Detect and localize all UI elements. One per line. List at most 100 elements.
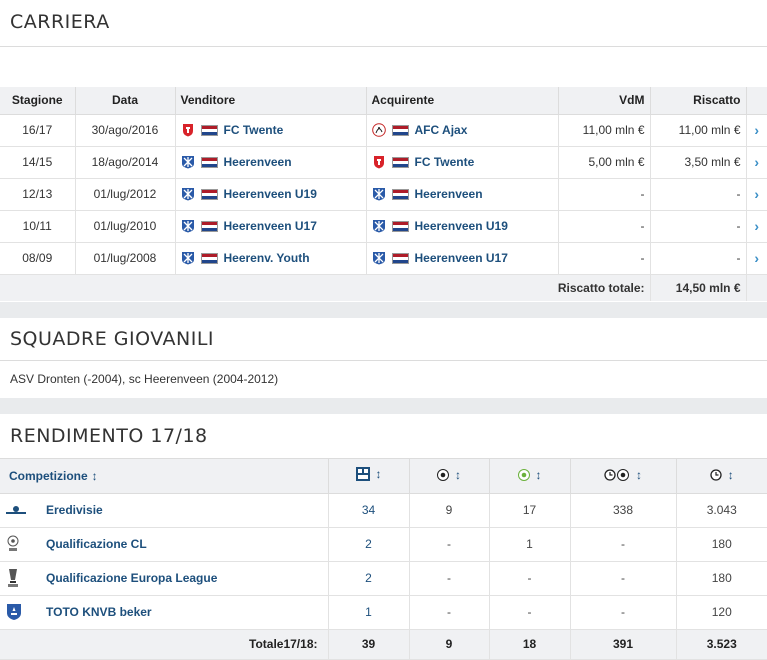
transfer-market-value: -: [558, 242, 651, 275]
netherlands-flag-icon: [200, 124, 218, 136]
netherlands-flag-icon: [391, 252, 409, 264]
perf-total-label: Totale17/18:: [0, 629, 329, 660]
transfer-row[interactable]: 12/13 01/lug/2012 Heerenveen U19 Heerenveen…: [0, 178, 767, 211]
buyer-club-link[interactable]: FC Twente: [415, 155, 475, 169]
netherlands-flag-icon: [200, 220, 218, 232]
assists-value: -: [489, 561, 571, 596]
assists-value: 1: [489, 527, 571, 562]
appearances-link[interactable]: 34: [362, 503, 375, 517]
sort-icon: ↕: [455, 467, 461, 482]
performance-row: TOTO KNVB beker 1- - -120: [0, 595, 767, 630]
transfer-row[interactable]: 10/11 01/lug/2010 Heerenveen U17 Heerenveen…: [0, 210, 767, 243]
netherlands-flag-icon: [391, 220, 409, 232]
goals-icon: [437, 468, 449, 481]
fc-twente-crest-icon: [182, 124, 193, 137]
header-stagione: Stagione: [0, 87, 76, 115]
netherlands-flag-icon: [200, 252, 218, 264]
perf-total-assist: 18: [489, 629, 571, 660]
netherlands-flag-icon: [391, 188, 409, 200]
chevron-right-icon[interactable]: ›: [754, 122, 759, 138]
seller-club-link[interactable]: Heerenveen U19: [224, 187, 317, 201]
chevron-right-icon[interactable]: ›: [754, 218, 759, 234]
transfer-season: 12/13: [0, 178, 76, 211]
heerenveen-crest-icon: [181, 252, 194, 265]
minutes-per-goal-value: -: [570, 561, 677, 596]
minutes-per-goal-value: -: [570, 595, 677, 630]
buyer-club-link[interactable]: Heerenveen U17: [415, 251, 508, 265]
transfer-market-value: 11,00 mln €: [558, 114, 651, 147]
chevron-right-icon[interactable]: ›: [754, 186, 759, 202]
transfer-season: 14/15: [0, 146, 76, 179]
chevron-right-icon[interactable]: ›: [754, 250, 759, 266]
header-data: Data: [75, 87, 176, 115]
heerenveen-crest-icon: [372, 252, 385, 265]
appearances-link[interactable]: 2: [365, 571, 372, 585]
heerenveen-crest-icon: [372, 188, 385, 201]
buyer-club-link[interactable]: Heerenveen: [415, 187, 483, 201]
netherlands-flag-icon: [200, 188, 218, 200]
transfer-table: Stagione Data Venditore Acquirente VdM R…: [0, 87, 767, 301]
transfer-market-value: -: [558, 210, 651, 243]
goals-value: -: [409, 527, 490, 562]
seller-club-link[interactable]: Heerenv. Youth: [224, 251, 310, 265]
heerenveen-crest-icon: [181, 188, 194, 201]
competition-link[interactable]: TOTO KNVB beker: [46, 605, 152, 619]
sort-minuti[interactable]: ↕: [676, 459, 767, 494]
sort-minuti-gol[interactable]: ↕: [570, 459, 677, 494]
seller-club-link[interactable]: Heerenveen U17: [224, 219, 317, 233]
perf-total-minuti: 3.523: [676, 629, 767, 660]
transfer-fee: 3,50 mln €: [650, 146, 747, 179]
minutes-value: 3.043: [676, 493, 767, 528]
netherlands-flag-icon: [391, 124, 409, 136]
minutes-icon: [710, 469, 722, 481]
transfer-row[interactable]: 16/17 30/ago/2016 FC Twente AFC Ajax 11,00 m…: [0, 114, 767, 147]
sort-gol[interactable]: ↕: [409, 459, 490, 494]
appearances-link[interactable]: 2: [365, 537, 372, 551]
header-acquirente: Acquirente: [366, 87, 559, 115]
appearances-icon: [355, 467, 370, 482]
performance-title: RENDIMENTO 17/18: [0, 414, 767, 459]
header-vdm: VdM: [558, 87, 651, 115]
chevron-right-icon[interactable]: ›: [754, 154, 759, 170]
minutes-per-goal-icon: [604, 468, 629, 481]
performance-row: Qualificazione Europa League 2- - -180: [0, 561, 767, 596]
knvb-beker-logo-icon: [7, 604, 21, 620]
transfer-season: 08/09: [0, 242, 76, 275]
transfer-fee: -: [650, 178, 747, 211]
minutes-per-goal-value: 338: [570, 493, 677, 528]
perf-total-presenze: 39: [328, 629, 410, 660]
sort-competizione[interactable]: Competizione ↕: [0, 459, 329, 494]
youth-teams-text: ASV Dronten (-2004), sc Heerenveen (2004…: [10, 372, 279, 386]
sort-presenze[interactable]: ↕: [328, 459, 410, 494]
buyer-club-link[interactable]: AFC Ajax: [415, 123, 468, 137]
performance-row: Eredivisie 34 9 17 338 3.043: [0, 493, 767, 528]
sort-icon: ↕: [535, 467, 542, 482]
sort-assist[interactable]: ↕: [489, 459, 571, 494]
competition-link[interactable]: Qualificazione Europa League: [46, 571, 217, 585]
ajax-crest-icon: [371, 123, 386, 137]
minutes-value: 180: [676, 561, 767, 596]
assists-icon: [517, 468, 530, 481]
transfer-row[interactable]: 08/09 01/lug/2008 Heerenv. Youth Heerenveen…: [0, 242, 767, 275]
career-title: CARRIERA: [0, 0, 767, 47]
competition-link[interactable]: Eredivisie: [46, 503, 103, 517]
buyer-club-link[interactable]: Heerenveen U19: [415, 219, 508, 233]
netherlands-flag-icon: [391, 156, 409, 168]
performance-section: RENDIMENTO 17/18 Competizione ↕ ↕ ↕ ↕ ↕ …: [0, 414, 767, 660]
seller-club-link[interactable]: FC Twente: [224, 123, 284, 137]
transfer-date: 01/lug/2010: [75, 210, 176, 243]
perf-total-gol: 9: [409, 629, 490, 660]
transfer-row[interactable]: 14/15 18/ago/2014 Heerenveen FC Twente 5,00 …: [0, 146, 767, 179]
transfer-market-value: -: [558, 178, 651, 211]
header-venditore: Venditore: [175, 87, 367, 115]
appearances-link[interactable]: 1: [365, 605, 372, 619]
transfer-season: 16/17: [0, 114, 76, 147]
competition-link[interactable]: Qualificazione CL: [46, 537, 147, 551]
goals-value: -: [409, 595, 490, 630]
transfer-market-value: 5,00 mln €: [558, 146, 651, 179]
transfer-season: 10/11: [0, 210, 76, 243]
seller-club-link[interactable]: Heerenveen: [224, 155, 292, 169]
assists-value: -: [489, 595, 571, 630]
sort-icon: ↕: [91, 468, 98, 483]
transfer-fee: -: [650, 210, 747, 243]
